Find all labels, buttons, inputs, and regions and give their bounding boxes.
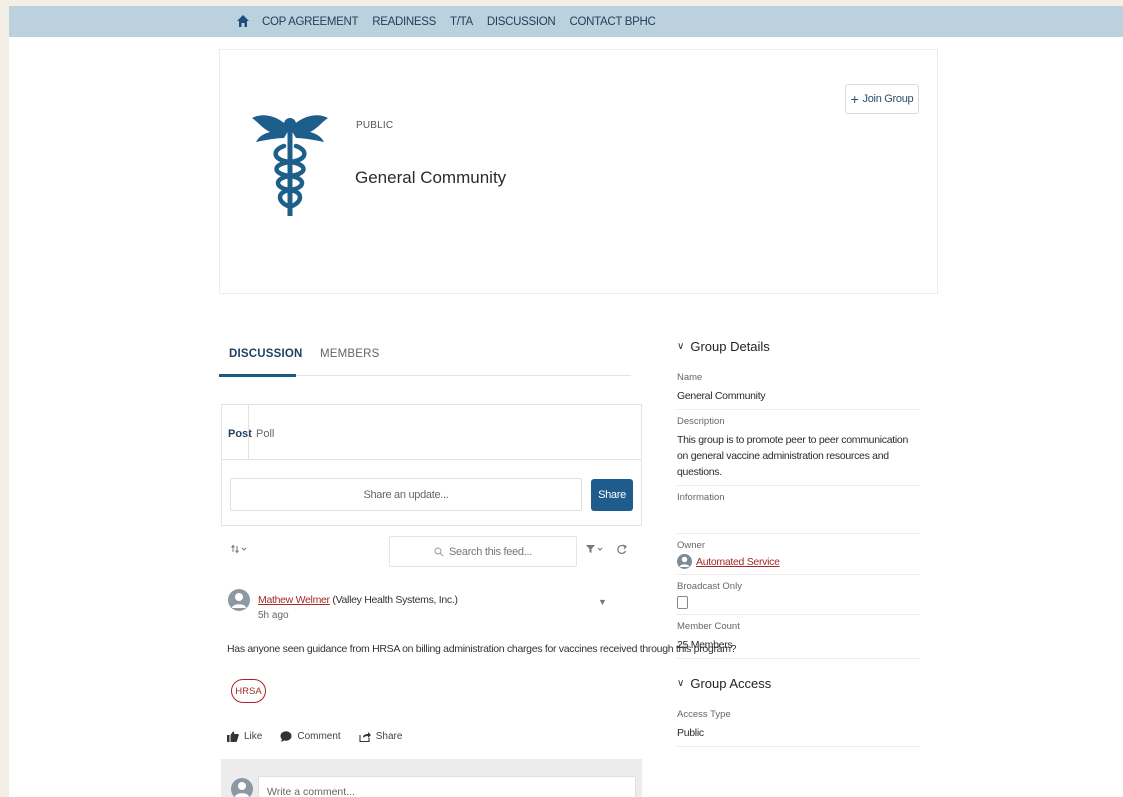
join-group-button[interactable]: + Join Group bbox=[845, 84, 919, 114]
field-value: Public bbox=[677, 727, 704, 739]
nav-item-discussion[interactable]: DISCUSSION bbox=[487, 16, 556, 28]
page-title: General Community bbox=[355, 168, 507, 187]
avatar[interactable] bbox=[228, 589, 250, 611]
active-tab-indicator bbox=[219, 374, 296, 377]
filter-icon bbox=[586, 545, 603, 553]
group-header-card: PUBLIC General Community + Join Group bbox=[219, 49, 938, 294]
refresh-icon[interactable] bbox=[617, 543, 627, 558]
caduceus-icon bbox=[250, 106, 330, 218]
owner-link[interactable]: Automated Service bbox=[696, 556, 780, 568]
field-value: 25 Members bbox=[677, 639, 733, 651]
comment-composer: Write a comment... bbox=[221, 759, 642, 797]
group-visibility-label: PUBLIC bbox=[356, 120, 394, 131]
post-author-org: (Valley Health Systems, Inc.) bbox=[329, 594, 458, 606]
chevron-down-icon: ∨ bbox=[677, 340, 685, 352]
post-body: Has anyone seen guidance from HRSA on bi… bbox=[227, 643, 737, 655]
group-details-heading: Group Details bbox=[690, 338, 770, 354]
comment-label: Comment bbox=[297, 730, 341, 742]
group-details-panel: ∨ Group Details Name General Community D… bbox=[677, 336, 920, 747]
post-author-link[interactable]: Mathew Welmer bbox=[258, 594, 330, 606]
like-label: Like bbox=[244, 730, 263, 742]
field-information: Information bbox=[677, 486, 920, 534]
field-access-type: Access Type Public bbox=[677, 703, 920, 747]
sort-icon bbox=[231, 544, 247, 554]
nav-menu: COP AGREEMENT READINESS T/TA DISCUSSION … bbox=[262, 6, 670, 37]
chevron-down-icon: ∨ bbox=[677, 677, 685, 689]
field-label: Description bbox=[677, 416, 725, 427]
post-author-line: Mathew Welmer (Valley Health Systems, In… bbox=[258, 594, 458, 606]
topic-pill-hrsa[interactable]: HRSA bbox=[231, 679, 266, 703]
share-icon bbox=[359, 731, 371, 742]
nav-item-tta[interactable]: T/TA bbox=[450, 16, 473, 28]
field-label: Information bbox=[677, 492, 725, 503]
field-name: Name General Community bbox=[677, 366, 920, 410]
field-broadcast-only: Broadcast Only bbox=[677, 575, 920, 615]
field-label: Access Type bbox=[677, 709, 731, 720]
like-button[interactable]: Like bbox=[227, 731, 262, 742]
field-description: Description This group is to promote pee… bbox=[677, 410, 920, 486]
post-actions: Like Comment Share bbox=[227, 728, 420, 744]
share-button[interactable]: Share bbox=[591, 479, 633, 511]
nav-item-readiness[interactable]: READINESS bbox=[372, 16, 436, 28]
search-icon bbox=[434, 547, 444, 556]
share-post-button[interactable]: Share bbox=[359, 730, 403, 742]
field-value: This group is to promote peer to peer co… bbox=[677, 434, 908, 478]
page: COP AGREEMENT READINESS T/TA DISCUSSION … bbox=[9, 6, 1123, 797]
content-tabs: DISCUSSION MEMBERS bbox=[219, 336, 631, 377]
share-update-input[interactable]: Share an update... bbox=[230, 478, 582, 511]
plus-icon: + bbox=[850, 91, 859, 107]
comment-icon bbox=[280, 730, 292, 742]
field-label: Name bbox=[677, 372, 703, 383]
field-owner: Owner Automated Service bbox=[677, 534, 920, 575]
search-feed-placeholder: Search this feed... bbox=[449, 545, 532, 558]
share-post-label: Share bbox=[375, 730, 403, 742]
broadcast-only-checkbox[interactable] bbox=[677, 596, 688, 609]
comment-input[interactable]: Write a comment... bbox=[258, 776, 636, 797]
home-icon[interactable] bbox=[236, 14, 250, 28]
group-access-heading: Group Access bbox=[690, 675, 772, 691]
field-member-count: Member Count 25 Members bbox=[677, 615, 920, 659]
top-navbar: COP AGREEMENT READINESS T/TA DISCUSSION … bbox=[9, 6, 1123, 37]
sort-button[interactable] bbox=[231, 544, 249, 557]
comment-button[interactable]: Comment bbox=[280, 730, 341, 742]
field-label: Member Count bbox=[677, 621, 740, 632]
thumbs-up-icon bbox=[227, 731, 239, 742]
filter-button[interactable] bbox=[586, 544, 604, 554]
field-value: General Community bbox=[677, 390, 766, 402]
avatar bbox=[231, 778, 253, 797]
nav-item-contact-bphc[interactable]: CONTACT BPHC bbox=[569, 16, 655, 28]
publisher: Post Poll Share an update... Share bbox=[221, 404, 642, 526]
tab-members[interactable]: MEMBERS bbox=[320, 348, 380, 360]
tab-discussion[interactable]: DISCUSSION bbox=[229, 348, 303, 360]
owner-row: Automated Service bbox=[677, 554, 920, 569]
field-label: Owner bbox=[677, 540, 705, 551]
chevron-down-icon[interactable]: ▼ bbox=[598, 597, 607, 607]
publisher-tabs: Post Poll bbox=[222, 405, 641, 460]
join-group-label: Join Group bbox=[862, 93, 914, 105]
group-details-toggle[interactable]: ∨ Group Details bbox=[677, 336, 920, 356]
tab-poll[interactable]: Poll bbox=[256, 428, 274, 440]
group-access-toggle[interactable]: ∨ Group Access bbox=[677, 673, 920, 693]
post-timestamp[interactable]: 5h ago bbox=[258, 610, 289, 621]
publisher-tab-divider bbox=[248, 405, 249, 460]
avatar bbox=[677, 554, 692, 569]
search-feed-input[interactable]: Search this feed... bbox=[389, 536, 577, 567]
nav-item-cop-agreement[interactable]: COP AGREEMENT bbox=[262, 16, 359, 28]
field-label: Broadcast Only bbox=[677, 581, 742, 592]
